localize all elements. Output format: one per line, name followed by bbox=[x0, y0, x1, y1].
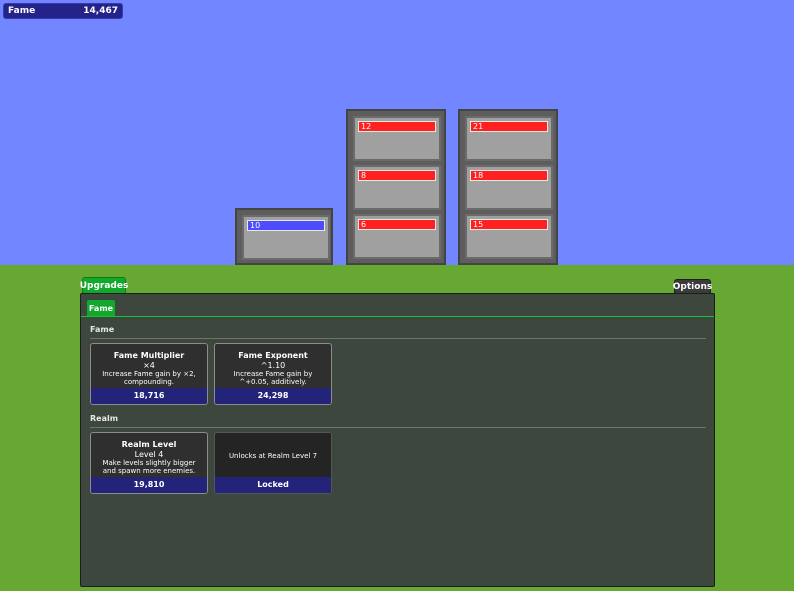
enemy-hp-bar: 12 bbox=[358, 121, 436, 132]
upgrade-desc: and spawn more enemies. bbox=[102, 467, 196, 475]
section-divider bbox=[90, 338, 706, 339]
tower-cell: 12 bbox=[353, 116, 441, 161]
fame-counter-label: Fame bbox=[8, 6, 36, 16]
upgrade-price: 19,810 bbox=[91, 477, 207, 493]
enemy-hp-bar: 8 bbox=[358, 170, 436, 181]
upgrade-desc: ^+0.05, additively. bbox=[239, 378, 307, 386]
upgrade-card-fame-exponent[interactable]: Fame Exponent ^1.10 Increase Fame gain b… bbox=[214, 343, 332, 405]
tab-upgrades[interactable]: Upgrades bbox=[80, 277, 128, 294]
upgrade-desc: Increase Fame gain by ×2, bbox=[102, 370, 196, 378]
card-body: Fame Exponent ^1.10 Increase Fame gain b… bbox=[215, 344, 331, 388]
section-title-realm: Realm bbox=[90, 414, 119, 423]
tab-options[interactable]: Options bbox=[673, 279, 712, 294]
tower-2: 12 8 6 bbox=[346, 109, 446, 265]
upgrade-card-locked: Unlocks at Realm Level 7 Locked bbox=[214, 432, 332, 494]
upgrade-card-fame-multiplier[interactable]: Fame Multiplier ×4 Increase Fame gain by… bbox=[90, 343, 208, 405]
card-body: Fame Multiplier ×4 Increase Fame gain by… bbox=[91, 344, 207, 388]
upgrade-name: Fame Exponent bbox=[238, 351, 308, 360]
upgrades-panel: Fame Fame Fame Multiplier ×4 Increase Fa… bbox=[80, 293, 715, 587]
upgrade-desc: compounding. bbox=[123, 378, 175, 386]
card-body: Realm Level Level 4 Make levels slightly… bbox=[91, 433, 207, 477]
unlock-requirement: Unlocks at Realm Level 7 bbox=[228, 452, 318, 460]
tower-cell: 10 bbox=[242, 215, 330, 260]
tower-cell: 15 bbox=[465, 214, 553, 259]
enemy-hp-bar: 6 bbox=[358, 219, 436, 230]
locked-label: Locked bbox=[215, 477, 331, 493]
upgrade-desc: Increase Fame gain by bbox=[233, 370, 313, 378]
tower-1: 10 bbox=[235, 208, 333, 265]
upgrade-level: ×4 bbox=[143, 361, 155, 370]
tower-cell: 6 bbox=[353, 214, 441, 259]
upgrade-name: Realm Level bbox=[121, 440, 177, 449]
tower-cell: 18 bbox=[465, 165, 553, 210]
enemy-hp-bar: 21 bbox=[470, 121, 548, 132]
enemy-hp-bar: 15 bbox=[470, 219, 548, 230]
section-divider bbox=[90, 427, 706, 428]
upgrade-card-realm-level[interactable]: Realm Level Level 4 Make levels slightly… bbox=[90, 432, 208, 494]
upgrade-price: 18,716 bbox=[91, 388, 207, 404]
fame-counter-value: 14,467 bbox=[83, 6, 118, 16]
tower-cell: 8 bbox=[353, 165, 441, 210]
upgrade-price: 24,298 bbox=[215, 388, 331, 404]
tower-3: 21 18 15 bbox=[458, 109, 558, 265]
subtab-bar: Fame bbox=[81, 294, 714, 317]
upgrade-level: Level 4 bbox=[134, 450, 164, 459]
section-title-fame: Fame bbox=[90, 325, 115, 334]
enemy-hp-bar: 18 bbox=[470, 170, 548, 181]
fame-counter: Fame 14,467 bbox=[3, 3, 123, 19]
subtab-fame[interactable]: Fame bbox=[87, 300, 115, 316]
upgrade-level: ^1.10 bbox=[260, 361, 286, 370]
upgrade-desc: Make levels slightly bigger bbox=[102, 459, 196, 467]
tower-cell: 21 bbox=[465, 116, 553, 161]
enemy-hp-bar: 10 bbox=[247, 220, 325, 231]
upgrade-name: Fame Multiplier bbox=[113, 351, 185, 360]
card-body: Unlocks at Realm Level 7 bbox=[215, 433, 331, 477]
